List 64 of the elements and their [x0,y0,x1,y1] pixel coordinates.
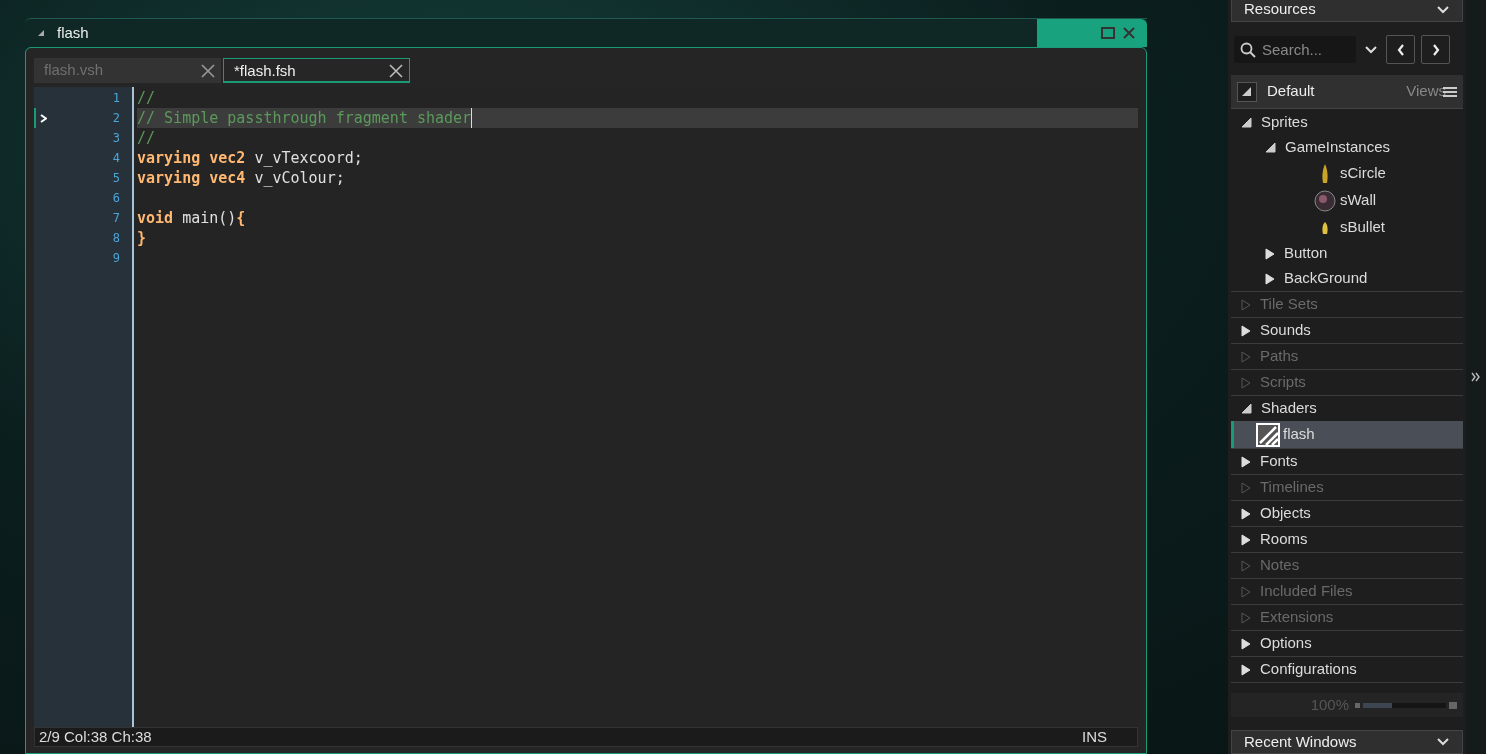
tree-item-label[interactable]: sBullet [1340,216,1386,239]
bullet-icon [1321,220,1329,235]
window-title: flash [57,22,89,43]
tree-item-label[interactable]: sCircle [1340,162,1386,185]
search-field[interactable]: Search... [1234,36,1356,63]
search-icon [1240,42,1256,58]
tree-item-label[interactable]: Options [1260,632,1312,655]
close-icon[interactable] [389,64,403,78]
tree-item-label[interactable]: flash [1283,423,1315,446]
view-name[interactable]: Default [1267,80,1315,103]
tree-item-label[interactable]: Fonts [1260,450,1298,473]
code-line: varying vec2 v_vTexcoord; [137,148,363,168]
window-menu-triangle-icon[interactable] [37,29,45,37]
tree-item-label[interactable]: GameInstances [1285,136,1391,159]
back-button[interactable] [1386,35,1415,64]
code-line: // [137,88,156,108]
expanded-triangle-icon[interactable] [1241,403,1252,414]
line-number: 4 [112,150,121,167]
dropdown-chevron-icon [1364,44,1378,55]
expanded-triangle-icon[interactable] [1241,117,1252,128]
line-number: 6 [112,190,121,207]
code-line: void main(){ [137,208,246,228]
close-icon[interactable] [201,63,215,78]
chevron-down-icon [1436,737,1450,747]
view-toggle-icon[interactable] [1237,81,1257,102]
cursor-position: 2/9 Col:38 Ch:38 [39,726,152,747]
insert-mode: INS [1082,726,1108,747]
forward-button[interactable] [1421,35,1450,64]
code-line: // Simple passthrough fragment shader [137,108,473,128]
tree-item-label[interactable]: Configurations [1260,658,1357,681]
views-menu[interactable]: Views [1406,80,1446,103]
chevron-down-icon [1436,4,1450,15]
maximize-icon[interactable] [1101,27,1115,39]
code-line: } [137,228,147,248]
tree-item-label[interactable]: Button [1284,242,1328,265]
line-number: 3 [112,130,121,147]
tree-item-label[interactable]: Shaders [1261,397,1317,420]
editor-tab[interactable]: *flash.fsh [223,58,410,83]
line-number: 7 [112,210,121,227]
shader-icon [1256,422,1280,447]
caret-marker-icon [39,113,47,123]
resources-header[interactable]: Resources [1231,0,1463,22]
chevron-right-icon [1431,43,1440,56]
line-number: 9 [112,250,121,267]
code-line: varying vec4 v_vColour; [137,168,345,188]
line-number: 5 [112,170,121,187]
close-icon[interactable] [1123,27,1135,39]
candle-icon [1320,162,1330,185]
tree-item-label[interactable]: sWall [1340,189,1377,212]
tree-item-label[interactable]: Objects [1260,502,1311,525]
expand-panel-icon[interactable] [1471,372,1481,382]
code-line: // [137,128,156,148]
chevron-left-icon [1396,43,1405,56]
ball-icon [1314,189,1336,212]
tree-item-label[interactable]: Sounds [1260,319,1311,342]
line-number: 1 [112,90,121,107]
recent-windows-header[interactable]: Recent Windows [1231,730,1463,754]
selected-tree-row[interactable]: flash [1231,421,1463,448]
line-number: 2 [112,110,121,127]
tree-item-label[interactable]: Rooms [1260,528,1308,551]
line-number: 8 [112,230,121,247]
expanded-triangle-icon[interactable] [1265,142,1276,153]
tree-item-label[interactable]: Sprites [1261,111,1308,134]
tree-item-label[interactable]: BackGround [1284,267,1368,290]
